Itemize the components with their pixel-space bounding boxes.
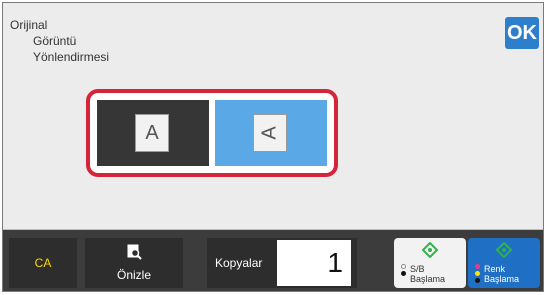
- preview-label: Önizle: [116, 268, 151, 282]
- magenta-dot: [475, 264, 480, 269]
- landscape-orientation-button[interactable]: A: [215, 100, 327, 166]
- title-line-2: Görüntü: [33, 34, 77, 48]
- portrait-icon-letter: A: [145, 122, 159, 144]
- preview-magnifier-icon: [127, 244, 142, 260]
- bw-start-button[interactable]: S/B Başlama: [394, 238, 466, 288]
- color-start-label: Renk Başlama: [484, 264, 519, 284]
- screen-frame: Orijinal Görüntü Yönlendirmesi OK A A CA…: [2, 2, 544, 292]
- white-dot: [401, 264, 406, 269]
- color-start-line2: Başlama: [484, 274, 520, 284]
- bw-start-label: S/B Başlama: [410, 264, 445, 284]
- bw-dots: [401, 264, 407, 278]
- color-start-line1: Renk: [484, 264, 506, 274]
- landscape-icon-letter: A: [259, 126, 281, 140]
- orientation-selector: A A: [86, 89, 338, 177]
- copies-control: Kopyalar 1: [207, 238, 357, 288]
- black-dot: [475, 278, 480, 283]
- portrait-orientation-button[interactable]: A: [97, 100, 209, 166]
- title-line-1: Orijinal: [10, 18, 48, 32]
- title-line-3: Yönlendirmesi: [33, 50, 110, 64]
- setting-title: Orijinal Görüntü Yönlendirmesi: [10, 17, 109, 65]
- black-dot: [401, 271, 406, 276]
- ok-button[interactable]: OK: [505, 17, 539, 49]
- copies-count-field[interactable]: 1: [277, 240, 351, 286]
- landscape-document-icon: A: [253, 114, 287, 152]
- color-dots: [475, 264, 481, 285]
- preview-button[interactable]: Önizle: [85, 238, 183, 288]
- color-start-button[interactable]: Renk Başlama: [468, 238, 540, 288]
- bw-start-line1: S/B: [410, 264, 425, 274]
- copies-label: Kopyalar: [215, 256, 263, 270]
- portrait-document-icon: A: [135, 114, 169, 152]
- yellow-dot: [475, 271, 480, 276]
- start-diamond-icon: [496, 242, 512, 258]
- bottom-action-bar: CA Önizle Kopyalar 1 S/B Başlama Renk Ba…: [3, 230, 543, 291]
- bw-start-line2: Başlama: [410, 274, 446, 284]
- start-diamond-icon: [422, 242, 438, 258]
- ca-button[interactable]: CA: [9, 238, 77, 288]
